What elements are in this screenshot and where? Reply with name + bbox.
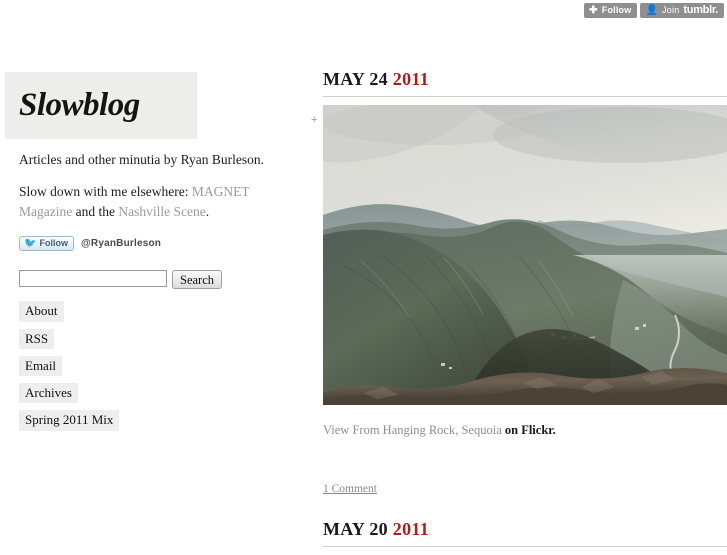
caption-title: View From Hanging Rock, Sequoia <box>323 422 502 437</box>
page-root: ✚ Follow 👤 Join tumblr. Slowblog Article… <box>0 0 727 547</box>
sidebar: Slowblog Articles and other minutia by R… <box>5 72 305 431</box>
site-title: Slowblog <box>19 87 140 123</box>
elsewhere-suffix: . <box>205 203 210 219</box>
tumblr-join-button[interactable]: 👤 Join tumblr. <box>640 3 724 18</box>
twitter-follow-button[interactable]: 🐦 Follow <box>19 236 74 252</box>
photo-caption: View From Hanging Rock, Sequoia on Flick… <box>323 422 727 438</box>
sidebar-item-email[interactable]: Email <box>19 355 63 377</box>
twitter-row: 🐦 Follow @RyanBurleson <box>19 236 305 252</box>
flickr-link[interactable]: on Flickr. <box>505 423 556 437</box>
post-date-heading-2: MAY 20 2011 <box>323 519 727 546</box>
person-icon: 👤 <box>645 4 659 16</box>
site-logo[interactable]: Slowblog <box>5 72 197 139</box>
sidebar-nav: About RSS Email Archives Spring 2011 Mix <box>19 301 305 431</box>
post-divider-1 <box>323 95 727 97</box>
post-date-year-1: 2011 <box>392 69 429 89</box>
post-date-year-2: 2011 <box>392 519 429 540</box>
post-date-monthday-2: MAY 20 <box>323 519 388 540</box>
twitter-bird-icon: 🐦 <box>24 237 37 249</box>
post-date-monthday-1: MAY 24 <box>323 69 388 89</box>
elsewhere-middle: and the <box>72 203 119 219</box>
post-divider-2 <box>323 545 727 547</box>
post-date-heading-1: MAY 24 2011 <box>323 69 727 96</box>
plus-icon: ✚ <box>589 4 598 16</box>
elsewhere-prefix: Slow down with me elsewhere: <box>19 184 192 200</box>
comments-link[interactable]: 1 Comment <box>323 483 377 495</box>
tumblr-follow-label: Follow <box>601 5 632 15</box>
search-button[interactable]: Search <box>172 270 223 290</box>
link-nashville-scene[interactable]: Nashville Scene <box>118 204 205 219</box>
search-row: Search <box>19 270 305 290</box>
site-tagline: Articles and other minutia by Ryan Burle… <box>19 152 265 167</box>
search-input[interactable] <box>19 270 167 288</box>
sidebar-item-archives[interactable]: Archives <box>19 383 78 404</box>
elsewhere-paragraph: Slow down with me elsewhere: MAGNET Maga… <box>19 182 269 221</box>
sidebar-body: Articles and other minutia by Ryan Burle… <box>5 139 305 431</box>
main-content: MAY 24 2011 + View From Hanging Rock, Se… <box>311 69 727 555</box>
photo-artwork <box>323 104 727 405</box>
plus-marker-icon[interactable]: + <box>311 115 317 126</box>
tumblr-brand-label: tumblr. <box>683 4 718 16</box>
tumblr-join-label: Join <box>662 5 680 15</box>
sidebar-item-spring-2011-mix[interactable]: Spring 2011 Mix <box>19 410 120 431</box>
tumblr-top-bar: ✚ Follow 👤 Join tumblr. <box>584 0 727 20</box>
twitter-handle[interactable]: @RyanBurleson <box>81 238 161 249</box>
tumblr-follow-button[interactable]: ✚ Follow <box>584 3 638 18</box>
twitter-follow-label: Follow <box>39 238 68 249</box>
post-photo[interactable] <box>323 104 727 405</box>
sidebar-item-rss[interactable]: RSS <box>19 328 55 349</box>
sidebar-item-about[interactable]: About <box>19 301 64 322</box>
